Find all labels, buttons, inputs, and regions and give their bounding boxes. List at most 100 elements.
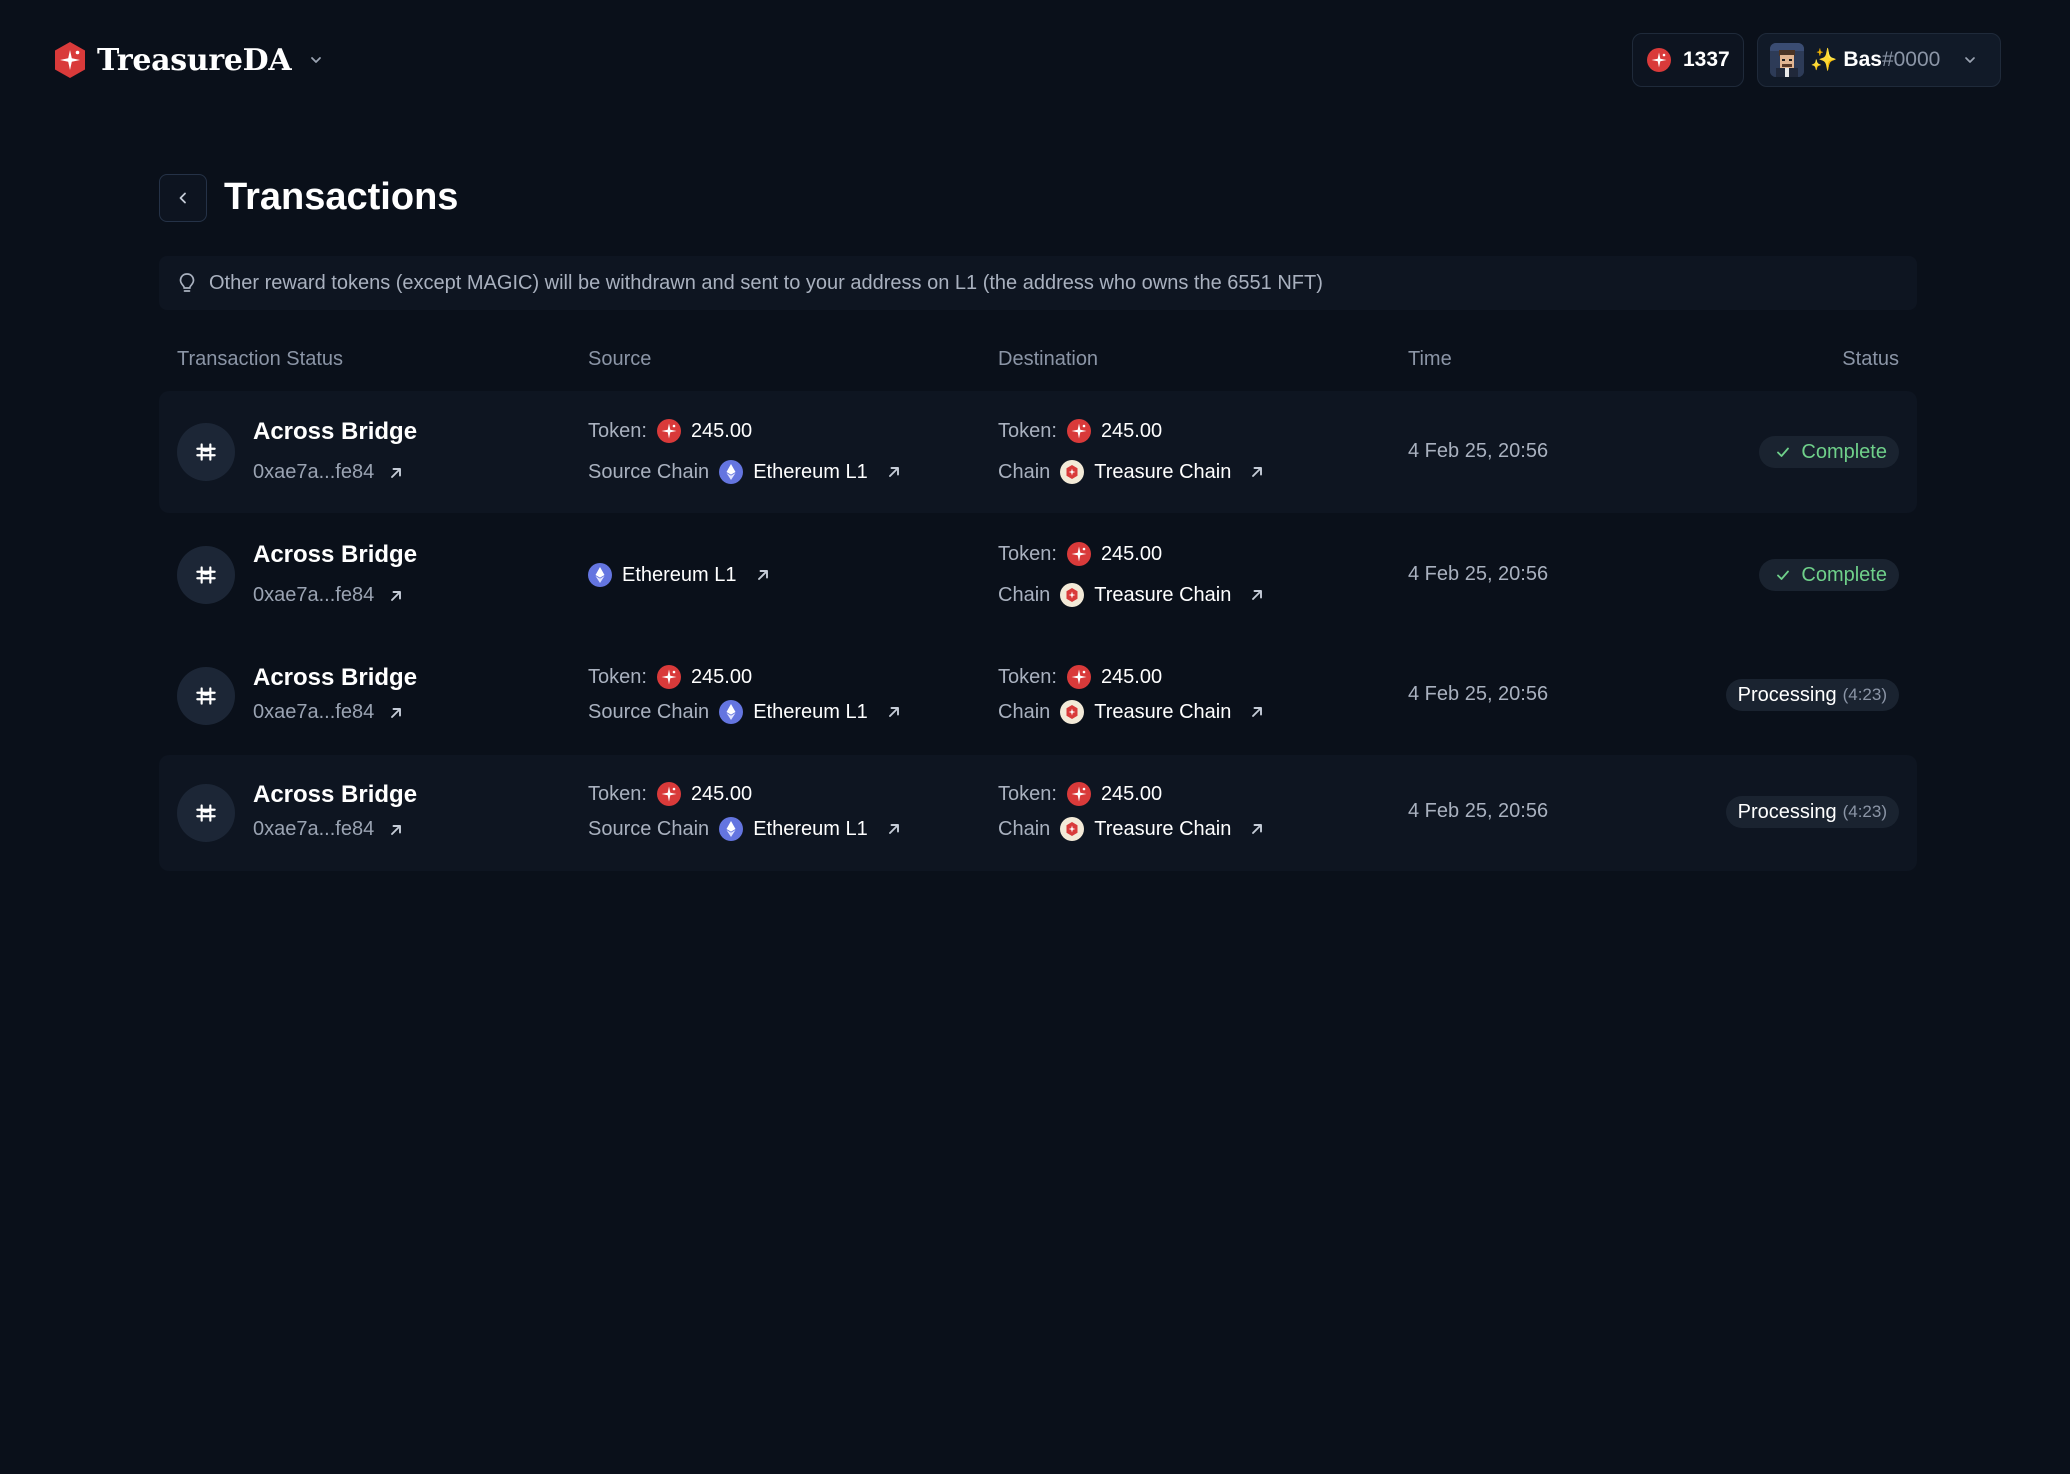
destination-token-label: Token: <box>998 782 1057 805</box>
source-chain-name: Ethereum L1 <box>753 817 868 840</box>
destination-chain-name: Treasure Chain <box>1094 817 1232 840</box>
bridge-icon <box>193 562 219 588</box>
transaction-name: Across Bridge <box>253 418 418 445</box>
external-link-icon <box>1247 585 1267 605</box>
treasure-chain-icon <box>1060 700 1084 724</box>
check-icon <box>1777 447 1790 457</box>
user-tag: #0000 <box>1881 48 1941 71</box>
destination-chain-link[interactable] <box>1247 702 1267 722</box>
transaction-hash-link[interactable]: 0xae7a...fe84 <box>253 584 406 607</box>
transaction-time: 4 Feb 25, 20:56 <box>1408 683 1549 705</box>
magic-token-icon <box>1067 419 1091 443</box>
treasure-chain-icon <box>1060 817 1084 841</box>
transaction-hash: 0xae7a...fe84 <box>253 461 375 483</box>
external-link-icon <box>884 819 904 839</box>
table-row[interactable]: Across Bridge 0xae7a...fe84 Token: 245.0… <box>159 391 1917 513</box>
treasure-logo-icon <box>55 42 85 78</box>
user-menu[interactable]: ✨ Bas #0000 <box>1757 33 2001 87</box>
destination-chain-label: Chain <box>998 700 1051 723</box>
destination-chain-name: Treasure Chain <box>1094 583 1232 606</box>
ethereum-icon <box>719 817 743 841</box>
column-header-time: Time <box>1408 348 1452 370</box>
source-chain: Source Chain Ethereum L1 <box>588 460 904 484</box>
user-emoji: ✨ <box>1810 47 1838 72</box>
destination-token-label: Token: <box>998 665 1057 688</box>
destination-chain-link[interactable] <box>1247 585 1267 605</box>
source-chain-label: Source Chain <box>588 700 710 723</box>
transaction-time: 4 Feb 25, 20:56 <box>1408 563 1549 585</box>
destination-chain-label: Chain <box>998 583 1051 606</box>
source-token: Token: 245.00 <box>588 665 752 689</box>
destination-chain-link[interactable] <box>1247 462 1267 482</box>
external-link-icon <box>386 703 406 723</box>
status-label: Processing <box>1737 800 1837 823</box>
destination-chain: Chain Treasure Chain <box>998 700 1267 724</box>
destination-token-label: Token: <box>998 419 1057 442</box>
status-countdown: (4:23) <box>1842 685 1887 704</box>
bridge-icon <box>193 439 219 465</box>
ethereum-icon <box>719 460 743 484</box>
table-row[interactable]: Across Bridge 0xae7a...fe84 Token: 245.0… <box>159 755 1917 871</box>
destination-token: Token: 245.00 <box>998 782 1162 806</box>
external-link-icon <box>753 565 773 585</box>
status-badge: Processing (4:23) <box>1725 796 1899 828</box>
bridge-icon <box>193 800 219 826</box>
transaction-hash-link[interactable]: 0xae7a...fe84 <box>253 818 406 841</box>
brand-switcher[interactable]: TreasureDA <box>53 38 325 82</box>
ethereum-icon <box>719 700 743 724</box>
source-chain: Ethereum L1 <box>588 563 773 587</box>
transaction-hash: 0xae7a...fe84 <box>253 818 375 840</box>
external-link-icon <box>1247 462 1267 482</box>
column-header-status: Status <box>1842 348 1899 370</box>
back-chevron-icon <box>179 192 186 204</box>
destination-token-amount: 245.00 <box>1100 542 1163 565</box>
destination-chain-label: Chain <box>998 817 1051 840</box>
source-chain-link[interactable] <box>884 702 904 722</box>
source-token: Token: 245.00 <box>588 782 752 806</box>
source-token-label: Token: <box>588 782 647 805</box>
status-label: Complete <box>1801 563 1887 586</box>
source-chain-name: Ethereum L1 <box>622 563 737 586</box>
table-row[interactable]: Across Bridge 0xae7a...fe84 Token: 245.0… <box>159 637 1917 755</box>
destination-token-label: Token: <box>998 542 1057 565</box>
destination-chain: Chain Treasure Chain <box>998 817 1267 841</box>
external-link-icon <box>1247 702 1267 722</box>
column-header-transaction-status: Transaction Status <box>177 348 344 370</box>
source-chain-link[interactable] <box>884 819 904 839</box>
user-name: Bas <box>1843 48 1882 71</box>
destination-chain: Chain Treasure Chain <box>998 583 1267 607</box>
status-badge: Complete <box>1759 559 1899 591</box>
destination-token-amount: 245.00 <box>1100 782 1163 805</box>
transaction-hash-link[interactable]: 0xae7a...fe84 <box>253 461 406 484</box>
transaction-hash-link[interactable]: 0xae7a...fe84 <box>253 701 406 724</box>
source-chain-name: Ethereum L1 <box>753 700 868 723</box>
destination-token-amount: 245.00 <box>1100 665 1163 688</box>
info-notice: Other reward tokens (except MAGIC) will … <box>159 256 1917 310</box>
page-title: Transactions <box>224 176 459 218</box>
source-chain-link[interactable] <box>884 462 904 482</box>
check-icon <box>1777 570 1790 580</box>
table-row[interactable]: Across Bridge 0xae7a...fe84 Ethereum L1 … <box>159 513 1917 637</box>
destination-chain: Chain Treasure Chain <box>998 460 1267 484</box>
treasure-chain-icon <box>1060 583 1084 607</box>
transaction-name: Across Bridge <box>253 664 418 691</box>
source-token-amount: 245.00 <box>690 782 753 805</box>
status-label: Complete <box>1801 440 1887 463</box>
destination-chain-link[interactable] <box>1247 819 1267 839</box>
magic-token-icon <box>1647 48 1671 72</box>
external-link-icon <box>386 820 406 840</box>
column-header-source: Source <box>588 348 652 370</box>
magic-token-icon <box>1067 542 1091 566</box>
source-chain-link[interactable] <box>753 565 773 585</box>
magic-token-icon <box>1067 782 1091 806</box>
treasure-chain-icon <box>1060 460 1084 484</box>
external-link-icon <box>1247 819 1267 839</box>
magic-token-icon <box>1067 665 1091 689</box>
destination-token-amount: 245.00 <box>1100 419 1163 442</box>
source-token-amount: 245.00 <box>690 419 753 442</box>
external-link-icon <box>884 702 904 722</box>
magic-balance-pill[interactable]: 1337 <box>1632 33 1744 87</box>
back-button[interactable] <box>159 174 207 222</box>
source-token-label: Token: <box>588 665 647 688</box>
ethereum-icon <box>588 563 612 587</box>
